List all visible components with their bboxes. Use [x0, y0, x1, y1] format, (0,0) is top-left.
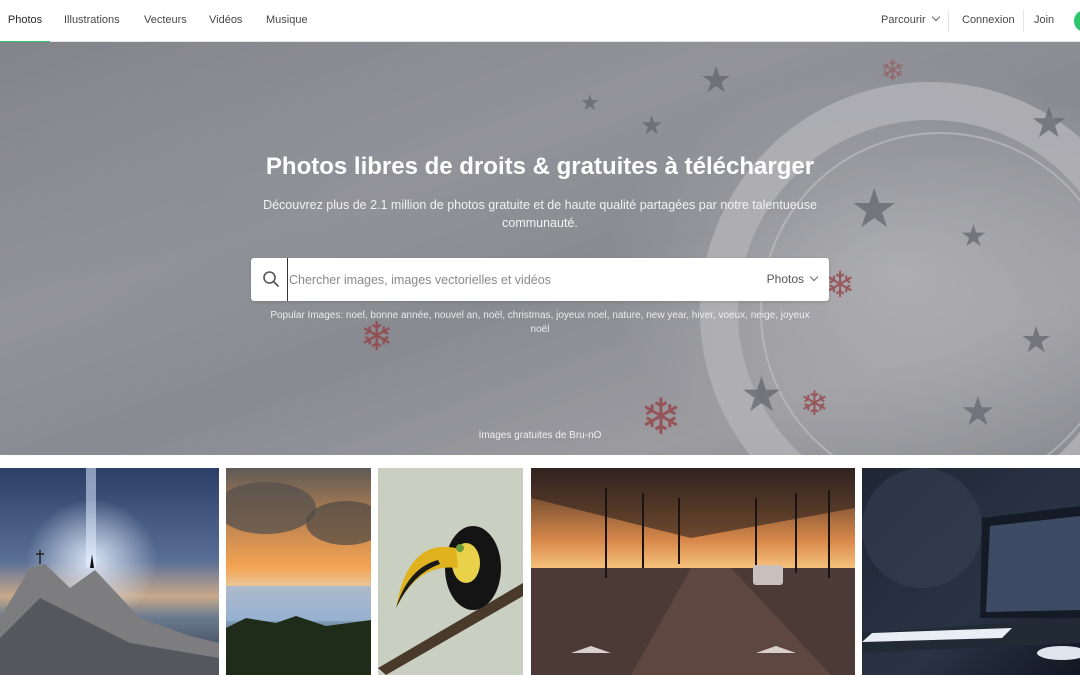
image-credit[interactable]: Images gratuites de Bru-nO	[0, 430, 1080, 441]
hero-subtitle: Découvrez plus de 2.1 million de photos …	[263, 198, 817, 230]
upload-button[interactable]	[1074, 10, 1080, 32]
popular-tag[interactable]: nouvel an	[434, 310, 477, 321]
tab-illustrations[interactable]: Illustrations	[64, 0, 120, 42]
search-type-dropdown[interactable]: Photos	[766, 258, 819, 301]
tab-vectors[interactable]: Vecteurs	[144, 0, 187, 42]
popular-tag[interactable]: christmas	[508, 310, 551, 321]
browse-menu[interactable]: Parcourir	[881, 0, 940, 42]
hero-overlay	[0, 42, 1080, 455]
tab-videos[interactable]: Vidéos	[209, 0, 242, 42]
search-bar: Photos	[251, 258, 829, 301]
popular-tag[interactable]: new year	[646, 310, 686, 321]
gallery-image[interactable]	[378, 468, 523, 675]
popular-searches: Popular Images: noel, bonne année, nouve…	[270, 310, 810, 335]
search-input[interactable]	[287, 258, 747, 301]
search-type-label: Photos	[766, 272, 804, 286]
top-nav: Photos Illustrations Vecteurs Vidéos Mus…	[0, 0, 1080, 43]
join-link[interactable]: Join	[1034, 0, 1054, 42]
popular-tag[interactable]: noel	[346, 310, 365, 321]
nav-divider	[948, 10, 949, 32]
popular-tag[interactable]: nature	[612, 310, 640, 321]
popular-tag[interactable]: neige	[751, 310, 775, 321]
popular-tag[interactable]: joyeux noel	[556, 310, 607, 321]
image-gallery	[0, 468, 1080, 675]
nav-divider	[1023, 10, 1024, 32]
hero-title: Photos libres de droits & gratuites à té…	[265, 153, 815, 180]
chevron-down-icon	[809, 272, 819, 282]
gallery-image[interactable]	[0, 468, 219, 675]
gallery-image[interactable]	[226, 468, 371, 675]
login-link[interactable]: Connexion	[962, 0, 1015, 42]
popular-tag[interactable]: noël	[483, 310, 502, 321]
tab-photos[interactable]: Photos	[0, 0, 50, 43]
gallery-image[interactable]	[531, 468, 855, 675]
browse-label: Parcourir	[881, 14, 926, 26]
popular-prefix: Popular Images:	[270, 310, 344, 321]
hero-banner: ★ ★ ★ ★ ★ ★ ★ ★ ★ ❄ ❄ ❄ ❄ ❄ Photos libre…	[0, 42, 1080, 455]
gallery-image[interactable]	[862, 468, 1080, 675]
popular-tag[interactable]: voeux	[718, 310, 745, 321]
popular-tag[interactable]: hiver	[692, 310, 713, 321]
tab-music[interactable]: Musique	[266, 0, 308, 42]
search-icon[interactable]	[262, 270, 280, 288]
chevron-down-icon	[931, 12, 940, 22]
popular-tag[interactable]: bonne année	[370, 310, 428, 321]
